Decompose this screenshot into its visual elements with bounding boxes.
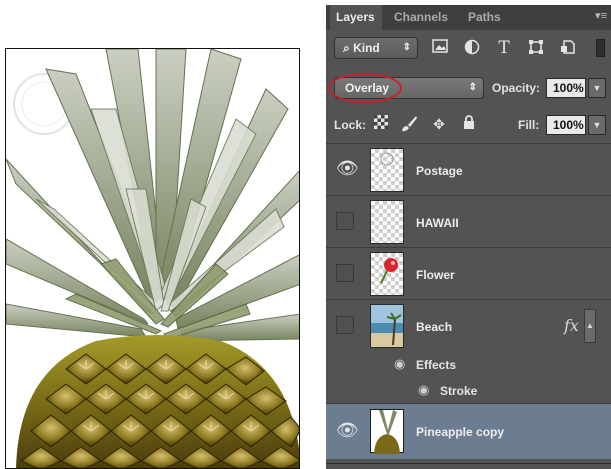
effects-row[interactable]: ◉ Effects [326,351,611,377]
visibility-toggle-empty[interactable] [336,264,354,282]
blend-controls: Overlay ⇕ Opacity: 100% ▼ [326,73,611,103]
visibility-toggle-empty[interactable] [336,316,354,334]
visibility-eye-icon[interactable]: 👁 [336,159,359,178]
opacity-label: Opacity: [492,81,541,95]
kind-filter-select[interactable]: ⌕ Kind ⇕ [334,37,418,59]
type-filter-icon[interactable]: T [494,39,514,57]
layer-name: Flower [416,268,455,282]
pineapple-image [6,49,299,468]
layer-name: Beach [416,320,453,334]
expand-effects-toggle[interactable]: ▲ [584,309,596,343]
lock-position-move-icon[interactable]: ✥ [430,115,448,133]
layer-row-postage[interactable]: 👁 Postage [326,143,611,195]
fill-field[interactable]: 100% [546,115,586,135]
adjustment-filter-icon[interactable] [462,39,482,57]
search-icon: ⌕ [343,41,350,55]
stroke-effect-label: Stroke [440,384,478,398]
layer-thumbnail [370,252,404,296]
panel-bottom-edge [326,463,611,469]
opacity-dropdown-icon[interactable]: ▼ [588,78,606,98]
layer-filter-bar: ⌕ Kind ⇕ T [326,35,611,65]
select-arrows-icon: ⇕ [468,82,477,93]
opacity-field[interactable]: 100% [546,78,586,98]
visibility-eye-icon[interactable]: 👁 [336,421,359,440]
stroke-effect-row[interactable]: ◉ Stroke [326,377,611,403]
layer-thumbnail [370,148,404,192]
lock-all-padlock-icon[interactable] [460,115,478,133]
blend-mode-value: Overlay [345,81,390,95]
tab-paths[interactable]: Paths [462,5,510,30]
kind-filter-label: Kind [353,41,380,55]
smart-object-filter-icon[interactable] [558,39,578,57]
layer-effects-fx-icon[interactable]: fx [564,316,579,335]
image-filter-icon[interactable] [430,39,450,57]
filter-toggle-switch[interactable] [596,39,605,57]
layer-name: HAWAII [416,216,459,230]
lock-label: Lock: [334,118,367,132]
effects-label: Effects [416,358,457,372]
fill-dropdown-icon[interactable]: ▼ [588,115,606,135]
layer-thumbnail [370,409,404,454]
panel-tab-bar: Layers Channels Paths ▾≡ [326,5,611,30]
tab-channels[interactable]: Channels [388,5,454,30]
visibility-toggle-empty[interactable] [336,212,354,230]
blend-mode-select[interactable]: Overlay ⇕ [334,77,484,99]
layers-panel: Layers Channels Paths ▾≡ ⌕ Kind ⇕ T Over… [326,5,611,469]
layer-name: Postage [416,164,463,178]
effects-visibility-eye-icon[interactable]: ◉ [394,356,405,372]
layer-row-flower[interactable]: Flower [326,247,611,299]
shape-filter-icon[interactable] [526,39,546,57]
panel-menu-icon[interactable]: ▾≡ [595,9,607,22]
lock-pixels-brush-icon[interactable] [400,115,418,133]
layer-row-pineapple-copy[interactable]: 👁 Pineapple copy [326,403,611,459]
select-arrows-icon: ⇕ [402,42,411,53]
document-canvas[interactable] [5,48,300,469]
layer-thumbnail [370,304,404,348]
layer-row-beach[interactable]: Beach fx ▲ [326,299,611,351]
layer-thumbnail [370,200,404,244]
lock-controls: Lock: ✥ Fill: 100% ▼ [326,111,611,139]
tab-layers[interactable]: Layers [330,5,382,30]
layer-name: Pineapple copy [416,425,505,439]
layer-row-hawaii[interactable]: HAWAII [326,195,611,247]
lock-transparency-icon[interactable] [372,115,390,133]
fill-label: Fill: [518,118,540,132]
stroke-visibility-eye-icon[interactable]: ◉ [418,382,429,398]
